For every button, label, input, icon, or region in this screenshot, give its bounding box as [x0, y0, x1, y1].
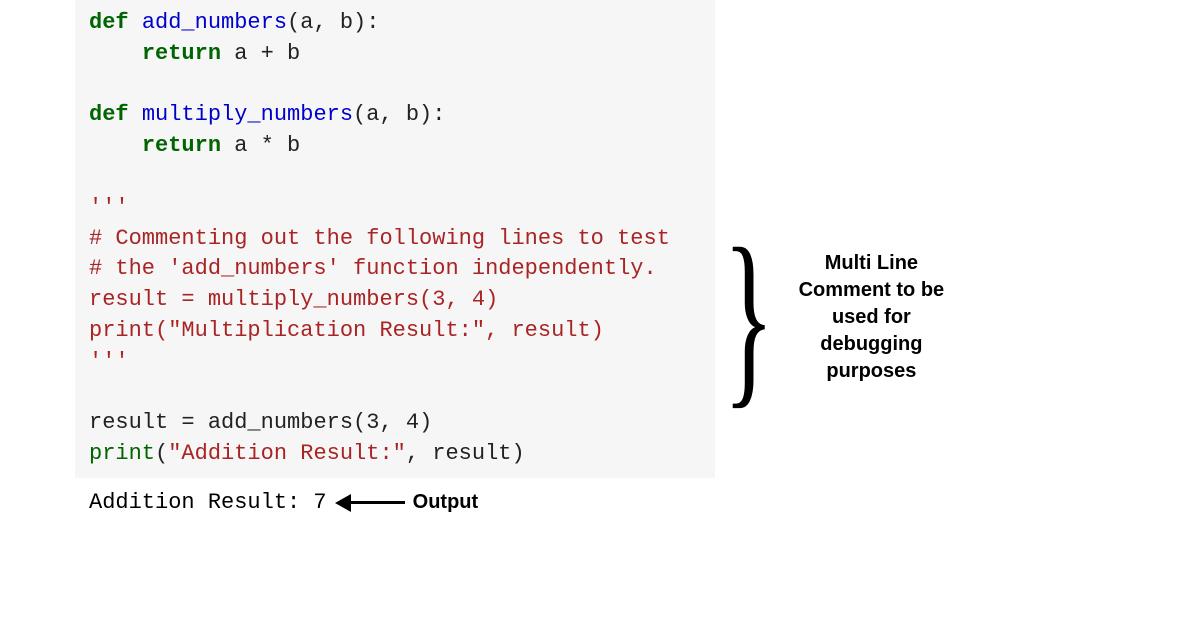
keyword-return: return [142, 41, 221, 66]
print-add-rest: , result) [406, 441, 525, 466]
annot-line: used for [799, 304, 945, 331]
annot-line: Multi Line [799, 250, 945, 277]
params: (a, b): [287, 10, 379, 35]
print-open: ( [155, 441, 168, 466]
annotation-text: Multi Line Comment to be used for debugg… [799, 250, 945, 385]
params: (a, b): [353, 102, 445, 127]
assign-add-lhs: result = [89, 410, 208, 435]
comment-line-2: # the 'add_numbers' function independent… [89, 256, 657, 281]
return-expr-add: a + b [221, 41, 300, 66]
annot-line: Comment to be [799, 277, 945, 304]
commented-print-b: , result) [485, 318, 604, 343]
triple-quote-close: ''' [89, 349, 129, 374]
annot-line: purposes [799, 358, 945, 385]
keyword-def: def [89, 10, 129, 35]
print-builtin: print [89, 441, 155, 466]
annot-line: debugging [799, 331, 945, 358]
output-label: Output [413, 491, 479, 514]
func-name-mul: multiply_numbers [142, 102, 353, 127]
output-text: Addition Result: 7 [89, 490, 327, 515]
keyword-def: def [89, 102, 129, 127]
commented-print-str: "Multiplication Result:" [168, 318, 485, 343]
comment-line-1: # Commenting out the following lines to … [89, 226, 670, 251]
output-row: Addition Result: 7 Output [75, 478, 715, 515]
assign-add-call: add_numbers(3, 4) [208, 410, 432, 435]
code-block: def add_numbers(a, b): return a + b def … [75, 0, 715, 478]
arrow-left-icon [335, 492, 405, 512]
figure-container: def add_numbers(a, b): return a + b def … [0, 0, 1200, 515]
annotation-group: } Multi Line Comment to be used for debu… [723, 235, 944, 401]
triple-quote-open: ''' [89, 195, 129, 220]
left-column: def add_numbers(a, b): return a + b def … [75, 0, 715, 515]
print-add-str: "Addition Result:" [168, 441, 406, 466]
commented-assign: result = multiply_numbers(3, 4) [89, 287, 498, 312]
keyword-return: return [142, 133, 221, 158]
brace-icon: } [723, 235, 774, 401]
return-expr-mul: a * b [221, 133, 300, 158]
func-name-add: add_numbers [142, 10, 287, 35]
commented-print-a: print( [89, 318, 168, 343]
